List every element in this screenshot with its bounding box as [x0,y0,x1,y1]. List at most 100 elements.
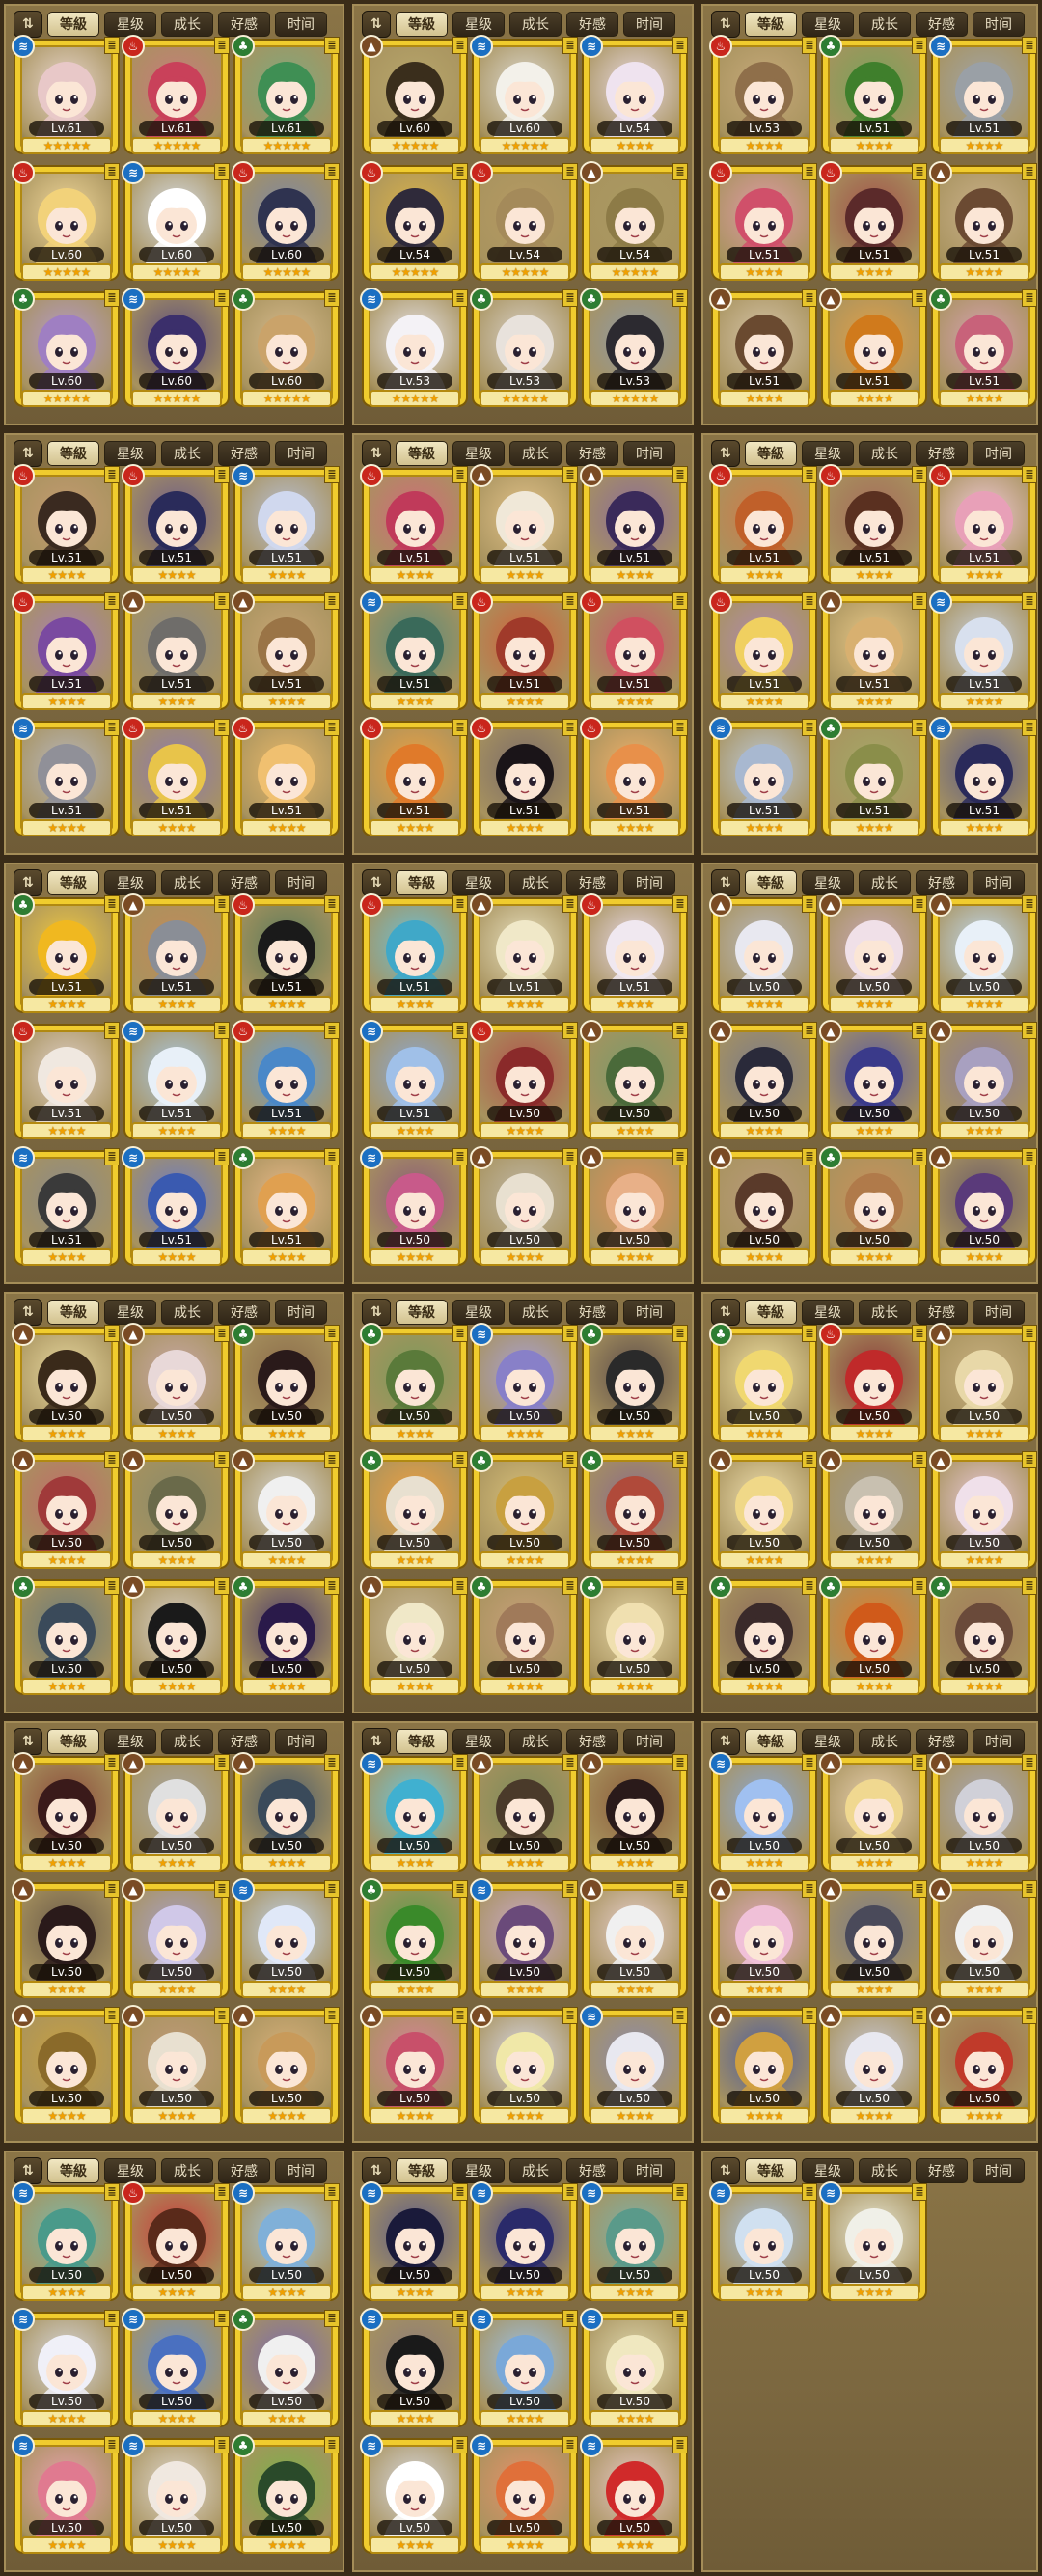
sort-order-icon[interactable]: ⇅ [711,1728,740,1755]
character-card[interactable]: ≋ ≣ Lv.50 ★★★★ [470,1323,578,1444]
sort-button[interactable]: 好感 [218,870,270,895]
sort-button[interactable]: 等級 [47,1729,99,1754]
character-card[interactable]: ♣ ≣ Lv.53 ★★★★★ [470,288,578,409]
character-card[interactable]: ♨ ≣ Lv.51 ★★★★ [709,590,817,712]
character-card[interactable]: ♨ ≣ Lv.51 ★★★★ [232,1020,340,1141]
character-card[interactable]: ▲ ≣ Lv.51 ★★★★ [470,464,578,586]
character-card[interactable]: ♣ ≣ Lv.50 ★★★★ [232,2308,340,2429]
sort-button[interactable]: 等級 [396,870,448,895]
character-card[interactable]: ♣ ≣ Lv.50 ★★★★ [580,1323,688,1444]
sort-order-icon[interactable]: ⇅ [711,11,740,38]
character-card[interactable]: ▲ ≣ Lv.50 ★★★★ [12,1449,120,1571]
character-card[interactable]: ♨ ≣ Lv.54 ★★★★★ [360,161,468,283]
sort-button[interactable]: 等級 [396,12,448,37]
character-card[interactable]: ≋ ≣ Lv.60 ★★★★★ [122,161,230,283]
character-card[interactable]: ♨ ≣ Lv.60 ★★★★★ [232,161,340,283]
sort-order-icon[interactable]: ⇅ [14,869,42,896]
character-card[interactable]: ♨ ≣ Lv.51 ★★★★ [232,893,340,1015]
character-card[interactable]: ▲ ≣ Lv.50 ★★★★ [929,1020,1037,1141]
character-card[interactable]: ♨ ≣ Lv.51 ★★★★ [819,161,927,283]
character-card[interactable]: ▲ ≣ Lv.50 ★★★★ [709,1878,817,2000]
sort-button[interactable]: 等級 [396,1729,448,1754]
sort-order-icon[interactable]: ⇅ [14,2157,42,2184]
sort-button[interactable]: 好感 [916,12,968,37]
sort-button[interactable]: 好感 [566,1300,618,1325]
character-card[interactable]: ▲ ≣ Lv.50 ★★★★ [580,1752,688,1874]
character-card[interactable]: ▲ ≣ Lv.60 ★★★★★ [360,35,468,156]
character-card[interactable]: ♨ ≣ Lv.51 ★★★★ [12,464,120,586]
sort-button[interactable]: 等級 [396,2158,448,2183]
character-card[interactable]: ▲ ≣ Lv.50 ★★★★ [709,1449,817,1571]
character-card[interactable]: ♣ ≣ Lv.51 ★★★★ [232,1146,340,1268]
sort-button[interactable]: 等級 [745,1300,797,1325]
character-card[interactable]: ♨ ≣ Lv.51 ★★★★ [122,464,230,586]
sort-button[interactable]: 星级 [452,1300,505,1325]
sort-button[interactable]: 等級 [396,441,448,466]
character-card[interactable]: ▲ ≣ Lv.50 ★★★★ [122,1878,230,2000]
sort-button[interactable]: 好感 [916,2158,968,2183]
sort-button[interactable]: 好感 [566,12,618,37]
character-card[interactable]: ≋ ≣ Lv.50 ★★★★ [470,2308,578,2429]
character-card[interactable]: ♨ ≣ Lv.51 ★★★★ [580,590,688,712]
sort-button[interactable]: 成长 [161,441,213,466]
character-card[interactable]: ♣ ≣ Lv.51 ★★★★ [929,288,1037,409]
character-card[interactable]: ♣ ≣ Lv.50 ★★★★ [232,1323,340,1444]
character-card[interactable]: ▲ ≣ Lv.50 ★★★★ [819,893,927,1015]
sort-button[interactable]: 好感 [566,2158,618,2183]
character-card[interactable]: ▲ ≣ Lv.50 ★★★★ [122,1576,230,1697]
sort-button[interactable]: 成长 [859,1300,911,1325]
sort-button[interactable]: 成长 [859,441,911,466]
sort-button[interactable]: 好感 [218,1729,270,1754]
sort-button[interactable]: 时间 [973,1729,1025,1754]
character-card[interactable]: ♨ ≣ Lv.51 ★★★★ [12,1020,120,1141]
sort-button[interactable]: 成长 [509,2158,562,2183]
sort-button[interactable]: 时间 [973,870,1025,895]
sort-button[interactable]: 星级 [452,12,505,37]
character-card[interactable]: ≋ ≣ Lv.54 ★★★★ [580,35,688,156]
character-card[interactable]: ♨ ≣ Lv.51 ★★★★ [360,464,468,586]
character-card[interactable]: ≋ ≣ Lv.50 ★★★★ [360,2434,468,2556]
sort-button[interactable]: 时间 [623,1729,675,1754]
character-card[interactable]: ▲ ≣ Lv.50 ★★★★ [12,1752,120,1874]
sort-button[interactable]: 星级 [802,870,854,895]
sort-button[interactable]: 成长 [859,870,911,895]
character-card[interactable]: ▲ ≣ Lv.50 ★★★★ [819,1878,927,2000]
sort-button[interactable]: 星级 [452,1729,505,1754]
sort-button[interactable]: 好感 [916,1300,968,1325]
character-card[interactable]: ♨ ≣ Lv.51 ★★★★ [360,893,468,1015]
character-card[interactable]: ▲ ≣ Lv.54 ★★★★★ [580,161,688,283]
sort-button[interactable]: 成长 [859,1729,911,1754]
character-card[interactable]: ♣ ≣ Lv.50 ★★★★ [709,1576,817,1697]
character-card[interactable]: ♣ ≣ Lv.51 ★★★★ [819,35,927,156]
character-card[interactable]: ▲ ≣ Lv.50 ★★★★ [232,1752,340,1874]
sort-order-icon[interactable]: ⇅ [362,869,391,896]
sort-button[interactable]: 星级 [802,1300,854,1325]
sort-button[interactable]: 等級 [47,12,99,37]
sort-button[interactable]: 成长 [161,12,213,37]
character-card[interactable]: ♣ ≣ Lv.50 ★★★★ [360,1878,468,2000]
sort-button[interactable]: 成长 [161,870,213,895]
sort-button[interactable]: 时间 [623,2158,675,2183]
character-card[interactable]: ♣ ≣ Lv.61 ★★★★★ [232,35,340,156]
character-card[interactable]: ♣ ≣ Lv.50 ★★★★ [12,1576,120,1697]
character-card[interactable]: ▲ ≣ Lv.50 ★★★★ [819,1449,927,1571]
sort-button[interactable]: 等級 [745,12,797,37]
sort-button[interactable]: 成长 [509,1300,562,1325]
sort-order-icon[interactable]: ⇅ [362,1728,391,1755]
sort-button[interactable]: 星级 [802,2158,854,2183]
character-card[interactable]: ▲ ≣ Lv.50 ★★★★ [122,1752,230,1874]
sort-button[interactable]: 时间 [623,870,675,895]
sort-button[interactable]: 成长 [859,12,911,37]
sort-button[interactable]: 好感 [566,441,618,466]
sort-button[interactable]: 好感 [218,12,270,37]
character-card[interactable]: ♣ ≣ Lv.50 ★★★★ [929,1576,1037,1697]
character-card[interactable]: ♨ ≣ Lv.53 ★★★★ [709,35,817,156]
character-card[interactable]: ▲ ≣ Lv.51 ★★★★ [122,893,230,1015]
character-card[interactable]: ▲ ≣ Lv.50 ★★★★ [929,893,1037,1015]
sort-button[interactable]: 星级 [452,2158,505,2183]
sort-button[interactable]: 时间 [275,2158,327,2183]
character-card[interactable]: ≋ ≣ Lv.50 ★★★★ [709,1752,817,1874]
character-card[interactable]: ▲ ≣ Lv.50 ★★★★ [580,1878,688,2000]
sort-button[interactable]: 星级 [104,2158,156,2183]
character-card[interactable]: ♨ ≣ Lv.51 ★★★★ [580,893,688,1015]
